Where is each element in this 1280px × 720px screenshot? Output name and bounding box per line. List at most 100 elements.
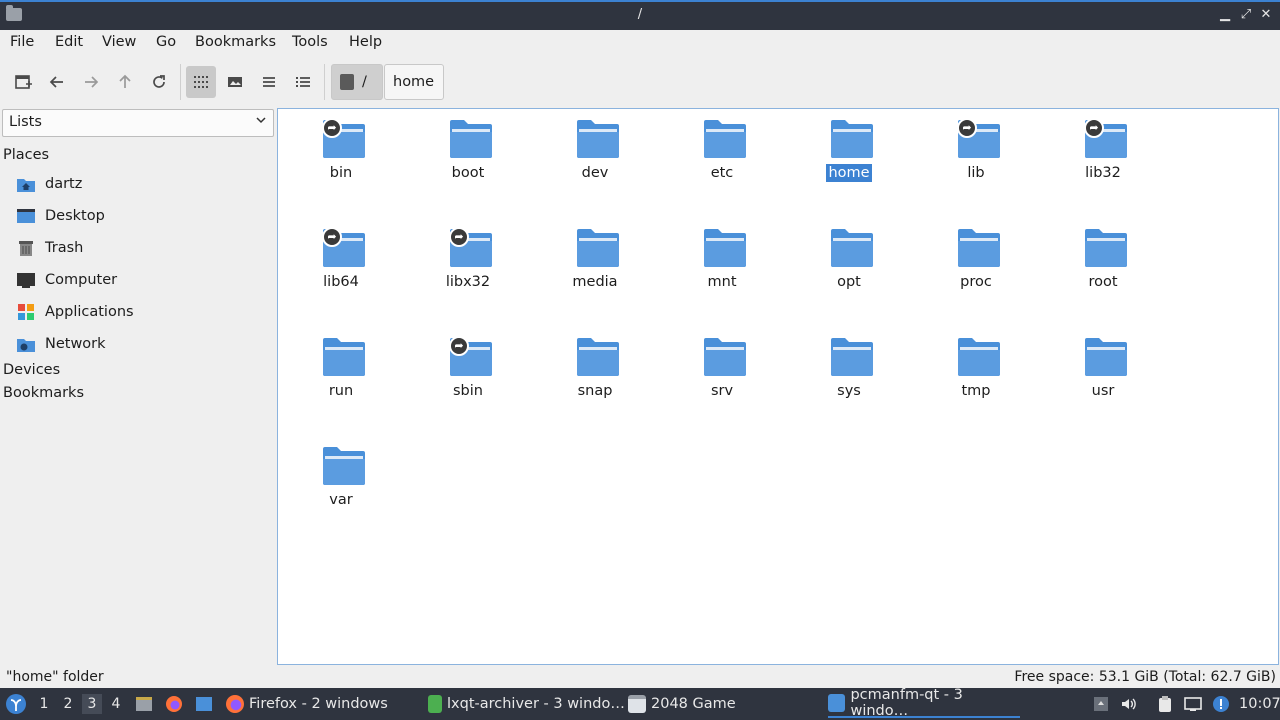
folder-name: lib — [967, 165, 985, 181]
side-pane-mode-select[interactable]: Lists — [2, 109, 274, 137]
desktop-launcher-icon[interactable] — [195, 695, 213, 713]
folder-item[interactable]: proc — [916, 221, 1036, 321]
sidebar-item-applications[interactable]: Applications — [16, 300, 134, 324]
compact-view-icon[interactable] — [254, 66, 284, 98]
path-crumb-label: home — [393, 74, 435, 90]
folder-item[interactable]: ➦ lib32 — [1043, 112, 1163, 212]
up-icon[interactable] — [110, 66, 140, 98]
folder-icon — [831, 120, 873, 158]
notification-icon[interactable] — [1212, 695, 1230, 713]
path-crumb-home[interactable]: home — [384, 64, 444, 100]
folder-item[interactable]: etc — [662, 112, 782, 212]
workspace-3[interactable]: 3 — [82, 694, 102, 714]
bookmarks-heading[interactable]: Bookmarks — [3, 385, 84, 401]
folder-name: media — [572, 274, 618, 290]
firefox-launcher-icon[interactable] — [165, 695, 183, 713]
folder-item[interactable]: media — [535, 221, 655, 321]
folder-name: home — [826, 164, 872, 182]
folder-name: usr — [1091, 383, 1115, 399]
minimize-icon[interactable]: ▁ — [1216, 6, 1234, 24]
devices-heading[interactable]: Devices — [3, 362, 60, 378]
sidebar-item-trash[interactable]: Trash — [16, 236, 83, 260]
clock[interactable]: 10:07 — [1239, 688, 1280, 720]
menu-go[interactable]: Go — [156, 34, 176, 50]
clipboard-icon[interactable] — [1156, 695, 1174, 713]
folder-item[interactable]: ➦ lib — [916, 112, 1036, 212]
menu-help[interactable]: Help — [349, 34, 382, 50]
folder-icon — [828, 694, 846, 712]
network-icon — [16, 334, 36, 354]
folder-icon — [958, 229, 1000, 267]
folder-icon — [704, 229, 746, 267]
task-archiver[interactable]: lxqt-archiver - 3 windo… — [428, 690, 625, 718]
folder-item[interactable]: root — [1043, 221, 1163, 321]
menu-view[interactable]: View — [102, 34, 136, 50]
folder-name: etc — [710, 165, 734, 181]
folder-item[interactable]: run — [281, 330, 401, 430]
path-root-label: / — [362, 74, 367, 90]
display-icon[interactable] — [1184, 695, 1202, 713]
sidebar-item-home[interactable]: dartz — [16, 172, 82, 196]
tray-show-desktop-icon[interactable] — [1092, 695, 1110, 713]
file-manager-launcher-icon[interactable] — [135, 695, 153, 713]
detailed-list-icon[interactable] — [288, 66, 318, 98]
forward-icon[interactable] — [76, 66, 106, 98]
folder-item[interactable]: opt — [789, 221, 909, 321]
folder-item[interactable]: tmp — [916, 330, 1036, 430]
folder-item[interactable]: dev — [535, 112, 655, 212]
folder-item[interactable]: ➦ libx32 — [408, 221, 528, 321]
sidebar-item-computer[interactable]: Computer — [16, 268, 117, 292]
folder-name: boot — [451, 165, 485, 181]
folder-icon — [577, 229, 619, 267]
folder-item[interactable]: var — [281, 439, 401, 539]
sidebar-item-network[interactable]: Network — [16, 332, 106, 356]
folder-item[interactable]: srv — [662, 330, 782, 430]
folder-view[interactable]: ➦ bin boot dev etc home ➦ lib ➦ lib32 ➦ lib64 ➦ libx3… — [277, 108, 1279, 665]
places-heading[interactable]: Places — [3, 147, 49, 163]
firefox-icon — [226, 695, 244, 713]
sidebar-item-label: Network — [45, 336, 106, 352]
start-menu-button[interactable] — [4, 688, 28, 720]
folder-item[interactable]: boot — [408, 112, 528, 212]
workspace-2[interactable]: 2 — [58, 694, 78, 714]
thumbnail-view-icon[interactable] — [220, 66, 250, 98]
workspace-4[interactable]: 4 — [106, 694, 126, 714]
workspace-1[interactable]: 1 — [34, 694, 54, 714]
folder-item[interactable]: ➦ lib64 — [281, 221, 401, 321]
new-tab-icon[interactable] — [8, 66, 38, 98]
reload-icon[interactable] — [144, 66, 174, 98]
icon-view-icon[interactable] — [186, 66, 216, 98]
folder-item[interactable]: home — [789, 112, 909, 212]
sidebar-item-label: Desktop — [45, 208, 105, 224]
folder-icon — [704, 120, 746, 158]
folder-item[interactable]: ➦ bin — [281, 112, 401, 212]
folder-name: opt — [837, 274, 861, 290]
sidebar-item-desktop[interactable]: Desktop — [16, 204, 105, 228]
sidebar-item-label: Applications — [45, 304, 134, 320]
menu-edit[interactable]: Edit — [55, 34, 83, 50]
path-root-button[interactable]: / — [331, 64, 383, 100]
symlink-badge-icon: ➦ — [449, 336, 469, 356]
menu-file[interactable]: File — [10, 34, 34, 50]
close-icon[interactable]: ✕ — [1257, 6, 1275, 24]
chevron-down-icon — [255, 114, 267, 130]
symlink-badge-icon: ➦ — [1084, 118, 1104, 138]
restore-icon[interactable]: ⤢ — [1237, 6, 1255, 24]
task-firefox[interactable]: Firefox - 2 windows — [226, 690, 388, 718]
menu-tools[interactable]: Tools — [292, 34, 328, 50]
folder-item[interactable]: mnt — [662, 221, 782, 321]
sidebar: Lists Places dartz Desktop Trash Compute… — [0, 106, 276, 666]
volume-icon[interactable] — [1120, 695, 1138, 713]
folder-name: lib64 — [323, 274, 359, 290]
task-2048[interactable]: 2048 Game — [628, 690, 736, 718]
folder-icon — [450, 120, 492, 158]
task-pcmanfm[interactable]: pcmanfm-qt - 3 windo… — [828, 687, 1020, 719]
folder-icon — [1085, 338, 1127, 376]
back-icon[interactable] — [42, 66, 72, 98]
folder-item[interactable]: sys — [789, 330, 909, 430]
folder-item[interactable]: usr — [1043, 330, 1163, 430]
folder-item[interactable]: snap — [535, 330, 655, 430]
symlink-badge-icon: ➦ — [957, 118, 977, 138]
folder-item[interactable]: ➦ sbin — [408, 330, 528, 430]
menu-bookmarks[interactable]: Bookmarks — [195, 34, 276, 50]
